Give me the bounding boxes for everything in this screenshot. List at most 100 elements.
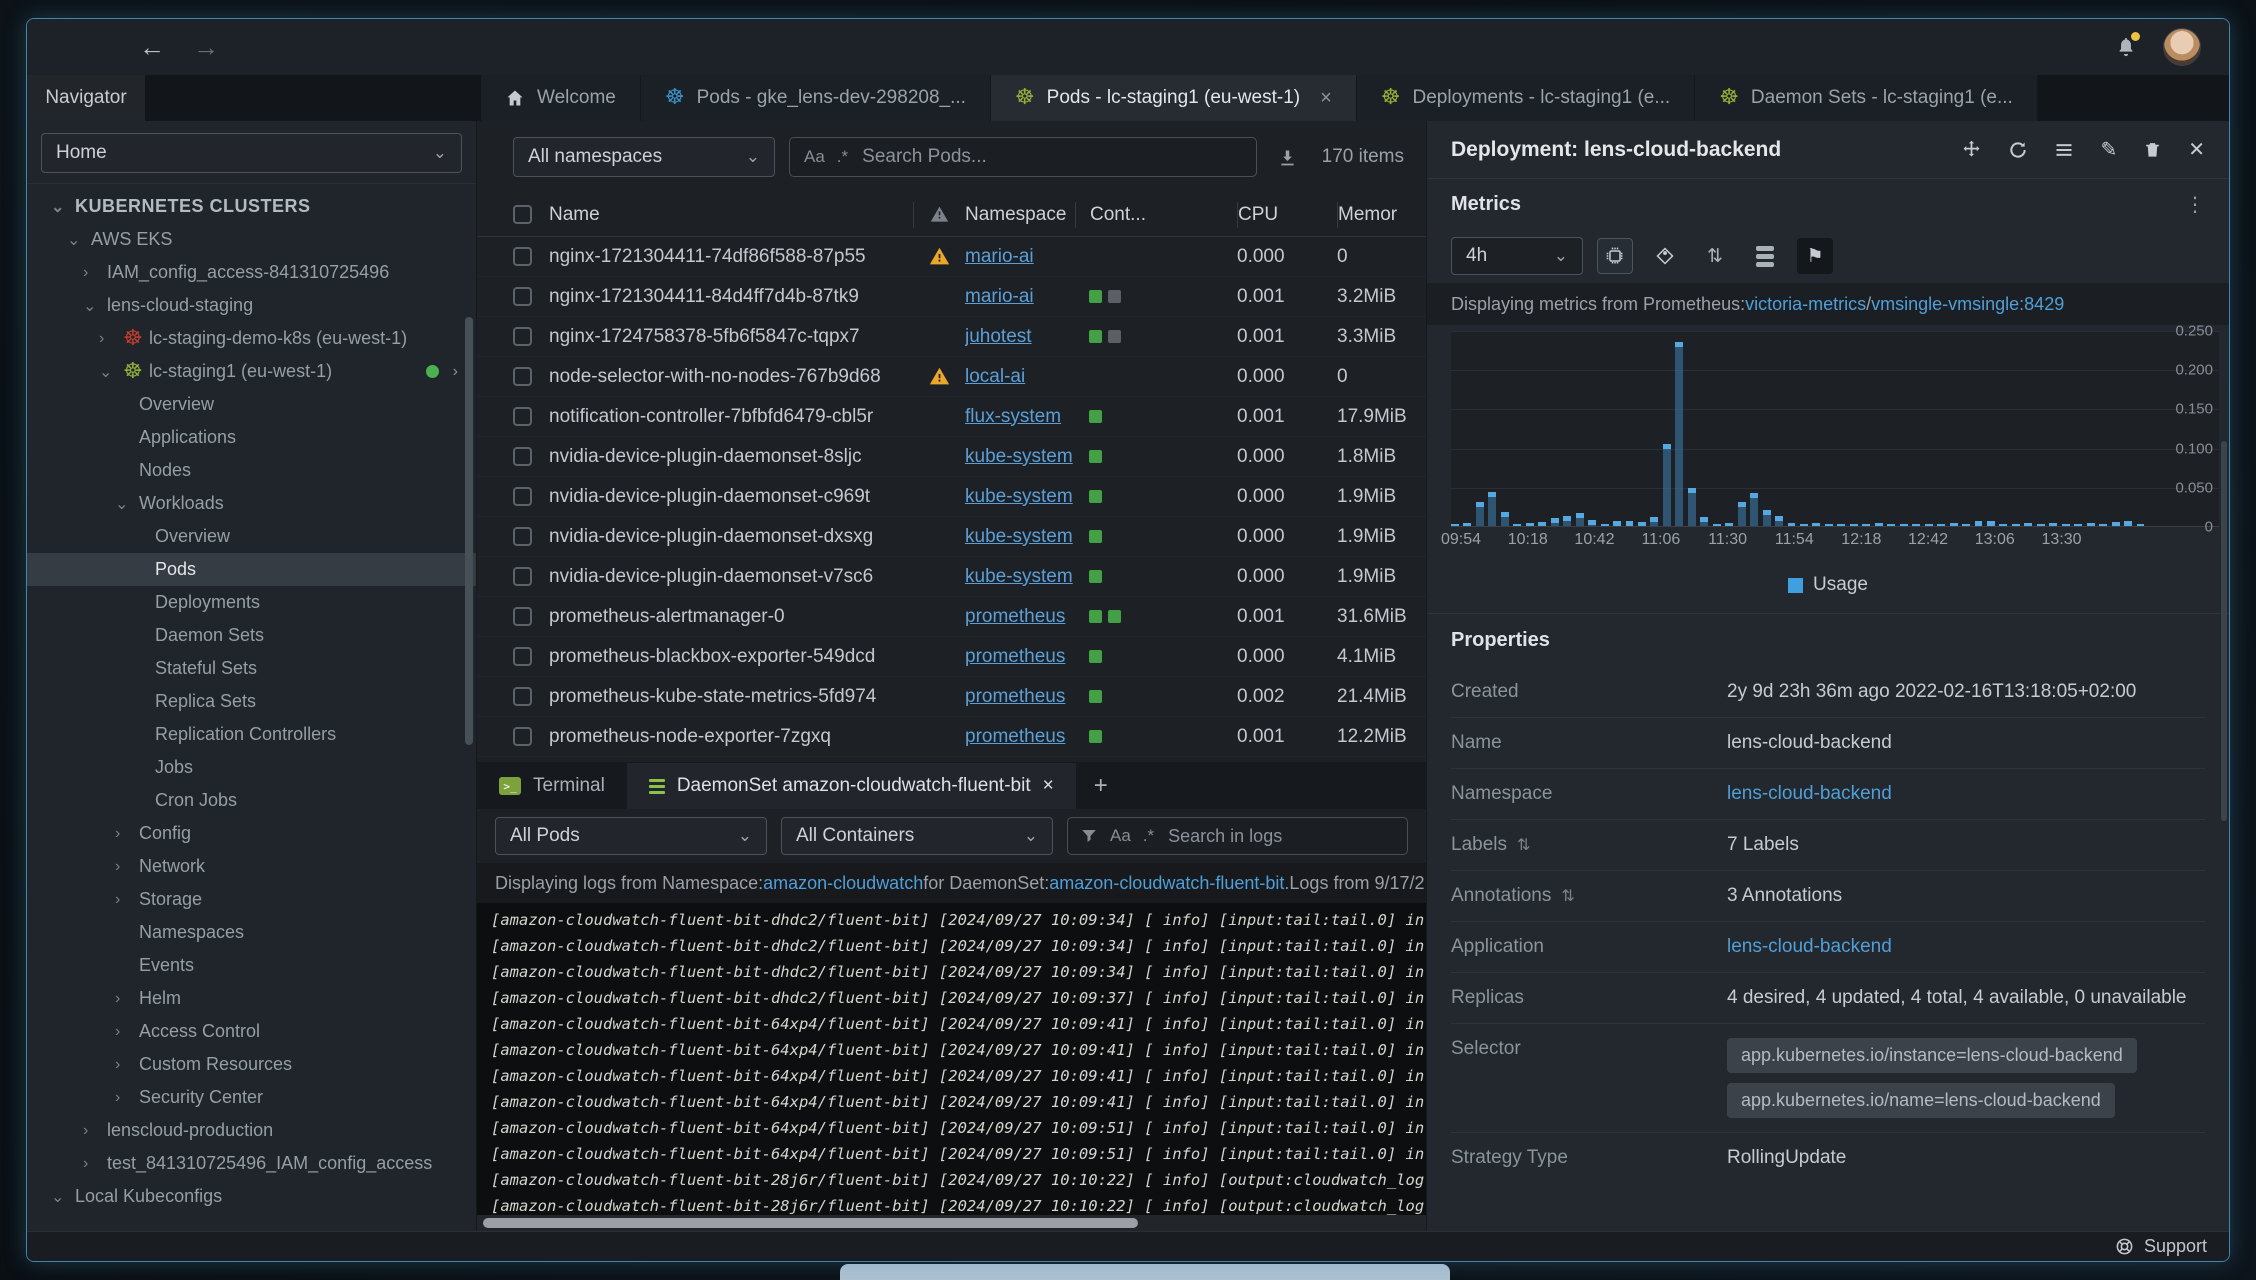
kebab-menu-icon[interactable]: ⋮ [2185, 192, 2205, 216]
namespace-link[interactable]: kube-system [965, 566, 1073, 587]
stacked-series-icon[interactable] [1747, 238, 1783, 274]
namespace-link[interactable]: prometheus [965, 606, 1065, 627]
row-checkbox[interactable] [513, 247, 532, 266]
namespace-link[interactable]: prometheus [965, 726, 1065, 747]
namespace-link[interactable]: kube-system [965, 526, 1073, 547]
chevron-right-icon[interactable]: › [115, 825, 139, 843]
column-containers[interactable]: Cont... [1075, 201, 1237, 228]
containers-filter-select[interactable]: All Containers ⌄ [781, 817, 1053, 855]
table-row[interactable]: nvidia-device-plugin-daemonset-dxsxg kube… [477, 517, 1426, 557]
chevron-down-icon[interactable]: ⌄ [67, 230, 91, 250]
chevron-right-icon[interactable]: › [83, 1122, 107, 1140]
chevron-down-icon[interactable]: ⌄ [83, 296, 107, 316]
column-namespace[interactable]: Namespace [965, 204, 1075, 226]
table-row[interactable]: node-selector-with-no-nodes-767b9d68 loca… [477, 357, 1426, 397]
row-checkbox[interactable] [513, 567, 532, 586]
sidebar-item-nodes[interactable]: Nodes [27, 454, 476, 487]
info-link[interactable]: victoria-metrics [1745, 294, 1866, 315]
sidebar-item-jobs[interactable]: Jobs [27, 751, 476, 784]
column-cpu[interactable]: CPU [1237, 201, 1337, 228]
delete-trash-icon[interactable] [2143, 140, 2162, 159]
table-row[interactable]: prometheus-blackbox-exporter-549dcd prome… [477, 637, 1426, 677]
column-name[interactable]: Name [549, 204, 913, 226]
tab-welcome[interactable]: Welcome [481, 75, 641, 121]
table-row[interactable]: nginx-1724758378-5fb6f5847c-tqpx7 juhotes… [477, 317, 1426, 357]
chevron-right-icon[interactable]: › [115, 1089, 139, 1107]
close-icon[interactable]: × [1043, 775, 1054, 797]
sidebar-item-access-control[interactable]: › Access Control [27, 1015, 476, 1048]
back-button[interactable]: ← [139, 34, 165, 60]
detail-scrollbar[interactable] [2221, 441, 2227, 821]
namespace-link[interactable]: kube-system [965, 446, 1073, 467]
namespace-link[interactable]: mario-ai [965, 286, 1034, 307]
tab-pods-lc-staging1-eu-west-1-[interactable]: ☸ Pods - lc-staging1 (eu-west-1) × [990, 75, 1357, 121]
table-row[interactable]: prometheus-kube-state-metrics-5fd974 prom… [477, 677, 1426, 717]
sidebar-item-events[interactable]: Events [27, 949, 476, 982]
chevron-right-icon[interactable]: › [453, 363, 458, 381]
chevron-right-icon[interactable]: › [115, 858, 139, 876]
sidebar-item-helm[interactable]: › Helm [27, 982, 476, 1015]
logs-search-input[interactable] [1166, 824, 1395, 848]
chevron-down-icon[interactable]: ⌄ [99, 362, 123, 382]
cpu-metric-button[interactable] [1597, 238, 1633, 274]
namespace-link[interactable]: local-ai [965, 366, 1025, 387]
filter-funnel-icon[interactable] [1080, 827, 1098, 845]
regex-icon[interactable]: .* [837, 147, 848, 167]
sidebar-item-daemon-sets[interactable]: Daemon Sets [27, 619, 476, 652]
sidebar-item-lens-cloud-staging[interactable]: ⌄ lens-cloud-staging [27, 289, 476, 322]
match-case-icon[interactable]: Aa [804, 147, 825, 167]
row-checkbox[interactable] [513, 447, 532, 466]
row-checkbox[interactable] [513, 687, 532, 706]
namespace-link[interactable]: mario-ai [965, 246, 1034, 267]
match-case-icon[interactable]: Aa [1110, 826, 1131, 846]
sidebar-item-namespaces[interactable]: Namespaces [27, 916, 476, 949]
chevron-right-icon[interactable]: › [83, 1155, 107, 1173]
new-dock-tab-button[interactable]: + [1076, 763, 1126, 809]
chevron-down-icon[interactable]: ⌄ [115, 494, 139, 514]
pods-filter-select[interactable]: All Pods ⌄ [495, 817, 767, 855]
sidebar-item-replication-controllers[interactable]: Replication Controllers [27, 718, 476, 751]
chevron-right-icon[interactable]: › [115, 1023, 139, 1041]
row-checkbox[interactable] [513, 367, 532, 386]
table-row[interactable]: nvidia-device-plugin-daemonset-c969t kube… [477, 477, 1426, 517]
row-checkbox[interactable] [513, 327, 532, 346]
close-icon[interactable]: ✕ [2188, 137, 2205, 162]
time-range-select[interactable]: 4h ⌄ [1451, 237, 1583, 275]
property-value[interactable]: lens-cloud-backend [1727, 936, 1892, 958]
support-link[interactable]: Support [2144, 1236, 2207, 1257]
select-all-checkbox[interactable] [513, 205, 532, 224]
namespace-link[interactable]: prometheus [965, 686, 1065, 707]
sidebar-item-replica-sets[interactable]: Replica Sets [27, 685, 476, 718]
flag-icon[interactable]: ⚑ [1797, 238, 1833, 274]
row-checkbox[interactable] [513, 487, 532, 506]
sidebar-item-pods[interactable]: Pods [27, 553, 476, 586]
row-checkbox[interactable] [513, 607, 532, 626]
sidebar-item-aws-eks[interactable]: ⌄ AWS EKS [27, 223, 476, 256]
menu-lines-icon[interactable] [2054, 140, 2074, 160]
sidebar-item-lc-staging1-eu-west-1-[interactable]: ⌄ ☸ lc-staging1 (eu-west-1) › [27, 355, 476, 388]
sidebar-item-overview[interactable]: Overview [27, 388, 476, 421]
sidebar-item-stateful-sets[interactable]: Stateful Sets [27, 652, 476, 685]
table-row[interactable]: nginx-1721304411-74df86f588-87p55 mario-a… [477, 237, 1426, 277]
sidebar-item-network[interactable]: › Network [27, 850, 476, 883]
sidebar-item-local-kubeconfigs[interactable]: ⌄ Local Kubeconfigs [27, 1180, 476, 1213]
info-link[interactable]: amazon-cloudwatch-fluent-bit. [1049, 873, 1289, 894]
sort-arrows-icon[interactable]: ⇅ [1517, 835, 1530, 854]
row-checkbox[interactable] [513, 647, 532, 666]
sidebar-item-cron-jobs[interactable]: Cron Jobs [27, 784, 476, 817]
info-link[interactable]: vmsingle-vmsingle:8429 [1871, 294, 2064, 315]
property-value[interactable]: lens-cloud-backend [1727, 783, 1892, 805]
namespace-select[interactable]: All namespaces ⌄ [513, 137, 775, 177]
sidebar-item-workloads[interactable]: ⌄ Workloads [27, 487, 476, 520]
tab-pods-gke-lens-dev-298208-[interactable]: ☸ Pods - gke_lens-dev-298208_... [640, 75, 991, 121]
row-checkbox[interactable] [513, 727, 532, 746]
info-link[interactable]: amazon-cloudwatch [763, 873, 923, 894]
dock-tab-terminal[interactable]: >_ Terminal [477, 763, 627, 809]
logs-horizontal-scrollbar[interactable] [477, 1215, 1426, 1231]
chevron-right-icon[interactable]: › [115, 990, 139, 1008]
log-output[interactable]: [amazon-cloudwatch-fluent-bit-dhdc2/flue… [477, 903, 1426, 1215]
sidebar-item-custom-resources[interactable]: › Custom Resources [27, 1048, 476, 1081]
close-icon[interactable]: × [1320, 87, 1332, 110]
namespace-link[interactable]: flux-system [965, 406, 1061, 427]
sidebar-item-config[interactable]: › Config [27, 817, 476, 850]
